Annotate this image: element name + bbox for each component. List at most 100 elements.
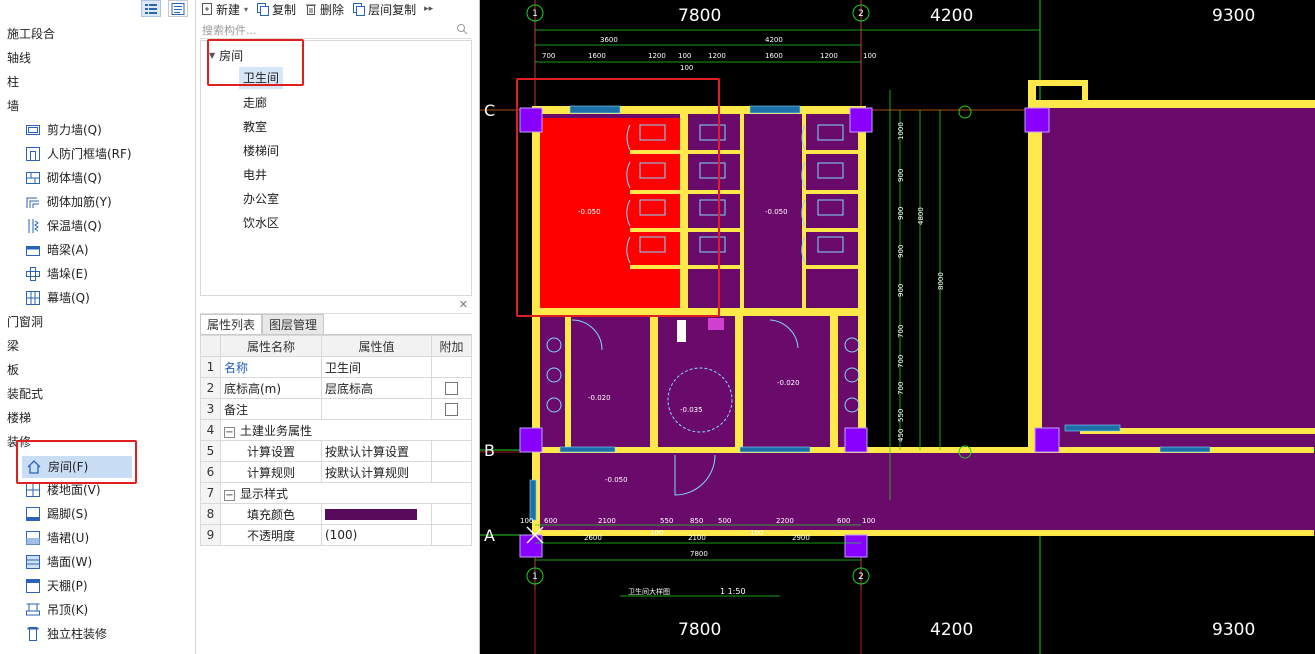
floor-copy-icon xyxy=(353,3,366,16)
collapse-toggle-icon[interactable]: − xyxy=(224,426,235,438)
dropdown-arrow-icon[interactable]: ▾ xyxy=(244,5,248,14)
nav-cat-prefab[interactable]: 装配式 xyxy=(0,383,43,405)
property-group-row[interactable]: 4 − 土建业务属性 xyxy=(200,419,472,441)
side-dim: 550 xyxy=(897,409,905,422)
tree-item-classroom[interactable]: 教室 xyxy=(243,116,267,138)
axis-col-label: 2 xyxy=(858,9,864,19)
dim-1200: 1200 xyxy=(648,52,666,60)
wainscot-icon xyxy=(24,529,42,547)
floor-copy-button[interactable]: 层间复制 xyxy=(352,1,416,18)
tab-property-list[interactable]: 属性列表 xyxy=(200,314,263,334)
nav-cat-construction-segment[interactable]: 施工段合 xyxy=(0,23,55,45)
nav-item-skirting[interactable]: 踢脚(S) xyxy=(0,503,88,525)
copy-icon xyxy=(257,3,270,16)
property-row[interactable]: 9 不透明度 (100) xyxy=(200,524,472,546)
bottom-dim: 850 xyxy=(690,517,703,525)
nav-item-insulation-wall[interactable]: 保温墙(Q) xyxy=(0,215,102,237)
nav-cat-wall[interactable]: 墙 xyxy=(0,95,19,117)
new-button[interactable]: 新建 ▾ xyxy=(200,1,248,18)
wall-face-icon xyxy=(24,553,42,571)
nav-cat-door-window[interactable]: 门窗洞 xyxy=(0,311,43,333)
curtain-wall-icon xyxy=(24,289,42,307)
nav-cat-axis[interactable]: 轴线 xyxy=(0,47,31,69)
property-panel-header: ✕ xyxy=(200,298,472,314)
property-row[interactable]: 2 底标高(m) 层底标高 xyxy=(200,377,472,399)
nav-item-shear-wall[interactable]: 剪力墙(Q) xyxy=(0,119,102,141)
nav-item-curtain-wall[interactable]: 幕墙(Q) xyxy=(0,287,90,309)
highlight-box-drawing xyxy=(516,78,720,317)
prop-value[interactable]: 按默认计算规则 xyxy=(321,461,432,483)
nav-cat-beam[interactable]: 梁 xyxy=(0,335,19,357)
collapse-toggle-icon[interactable]: − xyxy=(224,489,235,501)
nav-item-suspended-ceiling[interactable]: 吊顶(K) xyxy=(0,599,88,621)
list-view-button[interactable] xyxy=(141,0,161,17)
tree-item-water-area[interactable]: 饮水区 xyxy=(243,212,279,234)
trash-icon xyxy=(306,4,317,15)
nav-cat-stairs[interactable]: 楼梯 xyxy=(0,407,31,429)
detail-view-button[interactable] xyxy=(168,0,188,17)
prop-value[interactable]: 按默认计算设置 xyxy=(321,440,432,462)
tree-item-electric-shaft[interactable]: 电井 xyxy=(243,164,267,186)
property-row[interactable]: 8 填充颜色 xyxy=(200,503,472,525)
more-tools-icon[interactable]: ▸▸ xyxy=(424,4,433,14)
attach-checkbox[interactable] xyxy=(445,403,458,416)
top-dimension-lines xyxy=(535,29,1040,63)
tree-item-corridor[interactable]: 走廊 xyxy=(243,92,267,114)
property-row[interactable]: 1 名称 卫生间 xyxy=(200,356,472,378)
prop-value[interactable] xyxy=(321,503,432,525)
prop-group-name: − 显示样式 xyxy=(220,482,472,504)
search-icon[interactable] xyxy=(456,23,468,35)
nav-item-ceiling[interactable]: 天棚(P) xyxy=(0,575,88,597)
nav-cat-column[interactable]: 柱 xyxy=(0,71,19,93)
property-row[interactable]: 6 计算规则 按默认计算规则 xyxy=(200,461,472,483)
tree-item-stairwell[interactable]: 楼梯间 xyxy=(243,140,279,162)
new-file-icon xyxy=(202,3,212,15)
property-group-row[interactable]: 7 − 显示样式 xyxy=(200,482,472,504)
prop-extra xyxy=(431,503,472,525)
component-search-input[interactable]: 搜索构件... xyxy=(200,22,472,39)
nav-cat-slab[interactable]: 板 xyxy=(0,359,19,381)
column-finish-icon xyxy=(24,625,42,643)
nav-label: 板 xyxy=(7,363,20,377)
prop-value[interactable]: (100) xyxy=(321,524,432,546)
nav-item-wainscot[interactable]: 墙裙(U) xyxy=(0,527,89,549)
nav-item-civil-defense-wall[interactable]: 人防门框墙(RF) xyxy=(0,143,132,165)
delete-button[interactable]: 删除 xyxy=(304,1,344,18)
suspended-ceiling-icon xyxy=(24,601,42,619)
elev-label: -0.050 xyxy=(765,208,788,216)
nav-item-masonry-wall[interactable]: 砌体墙(Q) xyxy=(0,167,102,189)
fill-color-swatch[interactable] xyxy=(325,509,417,520)
dim-100b: 100 xyxy=(680,64,693,72)
nav-label: 墙 xyxy=(7,99,20,113)
tree-item-label: 饮水区 xyxy=(243,216,280,230)
dim-700: 700 xyxy=(542,52,555,60)
copy-button[interactable]: 复制 xyxy=(256,1,296,18)
nav-item-column-finish[interactable]: 独立柱装修 xyxy=(0,623,107,645)
tree-item-label: 办公室 xyxy=(243,192,280,206)
prop-value[interactable]: 层底标高 xyxy=(321,377,432,399)
prop-name: 不透明度 xyxy=(220,524,322,546)
nav-item-hidden-beam[interactable]: 暗梁(A) xyxy=(0,239,89,261)
prop-value[interactable] xyxy=(321,398,432,420)
tab-label: 图层管理 xyxy=(269,318,318,332)
row-num: 6 xyxy=(200,461,221,483)
nav-item-masonry-rebar[interactable]: 砌体加筋(Y) xyxy=(0,191,112,213)
drawing-title: 卫生间大样图 xyxy=(628,587,670,596)
axis-row-label: A xyxy=(484,526,495,545)
prop-value[interactable]: 卫生间 xyxy=(321,356,432,378)
dim-3600: 3600 xyxy=(600,36,618,44)
side-dim: 900 xyxy=(897,169,905,182)
tree-item-office[interactable]: 办公室 xyxy=(243,188,279,210)
property-row[interactable]: 5 计算设置 按默认计算设置 xyxy=(200,440,472,462)
close-icon[interactable]: ✕ xyxy=(459,298,468,311)
nav-item-wall-pier[interactable]: 墙垛(E) xyxy=(0,263,88,285)
attach-checkbox[interactable] xyxy=(445,382,458,395)
tab-layer-management[interactable]: 图层管理 xyxy=(262,314,325,334)
bottom-dim: 100 xyxy=(650,529,663,537)
hidden-beam-icon xyxy=(24,241,42,259)
nav-label: 柱 xyxy=(7,75,20,89)
property-header-row: 属性名称 属性值 附加 xyxy=(200,335,472,357)
nav-item-wall-face[interactable]: 墙面(W) xyxy=(0,551,92,573)
nav-label: 砌体墙(Q) xyxy=(47,171,102,185)
property-row[interactable]: 3 备注 xyxy=(200,398,472,420)
